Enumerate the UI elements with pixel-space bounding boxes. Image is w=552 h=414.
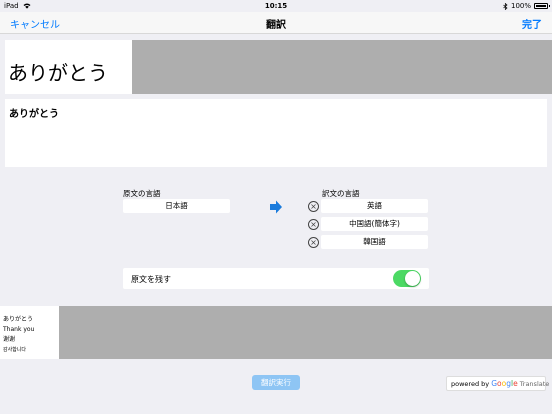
powered-by-suffix: Translate [519, 380, 550, 388]
status-right: 100% [503, 2, 550, 10]
target-language-item[interactable]: 韓国語 [321, 235, 428, 249]
powered-by-google-badge[interactable]: powered by Google Translate [446, 376, 549, 391]
keep-original-toggle[interactable] [393, 270, 421, 287]
keep-original-row: 原文を残す [123, 268, 429, 289]
battery-icon [534, 3, 550, 9]
remove-icon[interactable]: × [308, 237, 319, 248]
remove-icon[interactable]: × [308, 219, 319, 230]
page-title: 翻訳 [266, 20, 286, 31]
google-logo: Google [491, 379, 518, 388]
result-preview-background [59, 306, 552, 359]
result-line: Thank you [3, 326, 35, 333]
target-language-item[interactable]: 英語 [321, 199, 428, 213]
source-language-field[interactable]: 日本語 [123, 199, 230, 213]
translate-button[interactable]: 翻訳実行 [252, 375, 300, 390]
powered-by-prefix: powered by [451, 380, 490, 388]
done-button[interactable]: 完了 [522, 16, 542, 31]
input-text-area[interactable]: ありがとう [5, 99, 547, 167]
result-line: ありがとう [3, 316, 34, 323]
keep-original-label: 原文を残す [131, 275, 171, 284]
source-preview: ありがとう [5, 40, 132, 94]
result-preview: ありがとう Thank you 谢谢 감사합니다 [0, 306, 59, 359]
source-preview-background [132, 40, 552, 94]
target-language-label: 訳文の言語 [322, 189, 360, 198]
status-bar: iPad 10:15 100% [0, 0, 552, 12]
battery-percent: 100% [510, 2, 531, 10]
bluetooth-icon [503, 2, 508, 10]
clock: 10:15 [264, 2, 288, 10]
result-line: 감사합니다 [3, 347, 27, 353]
result-line: 谢谢 [3, 336, 16, 343]
source-language-label: 原文の言語 [123, 189, 161, 198]
remove-icon[interactable]: × [308, 201, 319, 212]
arrow-right-icon [270, 200, 282, 214]
target-language-item[interactable]: 中国語(簡体字) [321, 217, 428, 231]
navigation-bar: キャンセル 翻訳 完了 [0, 12, 552, 34]
